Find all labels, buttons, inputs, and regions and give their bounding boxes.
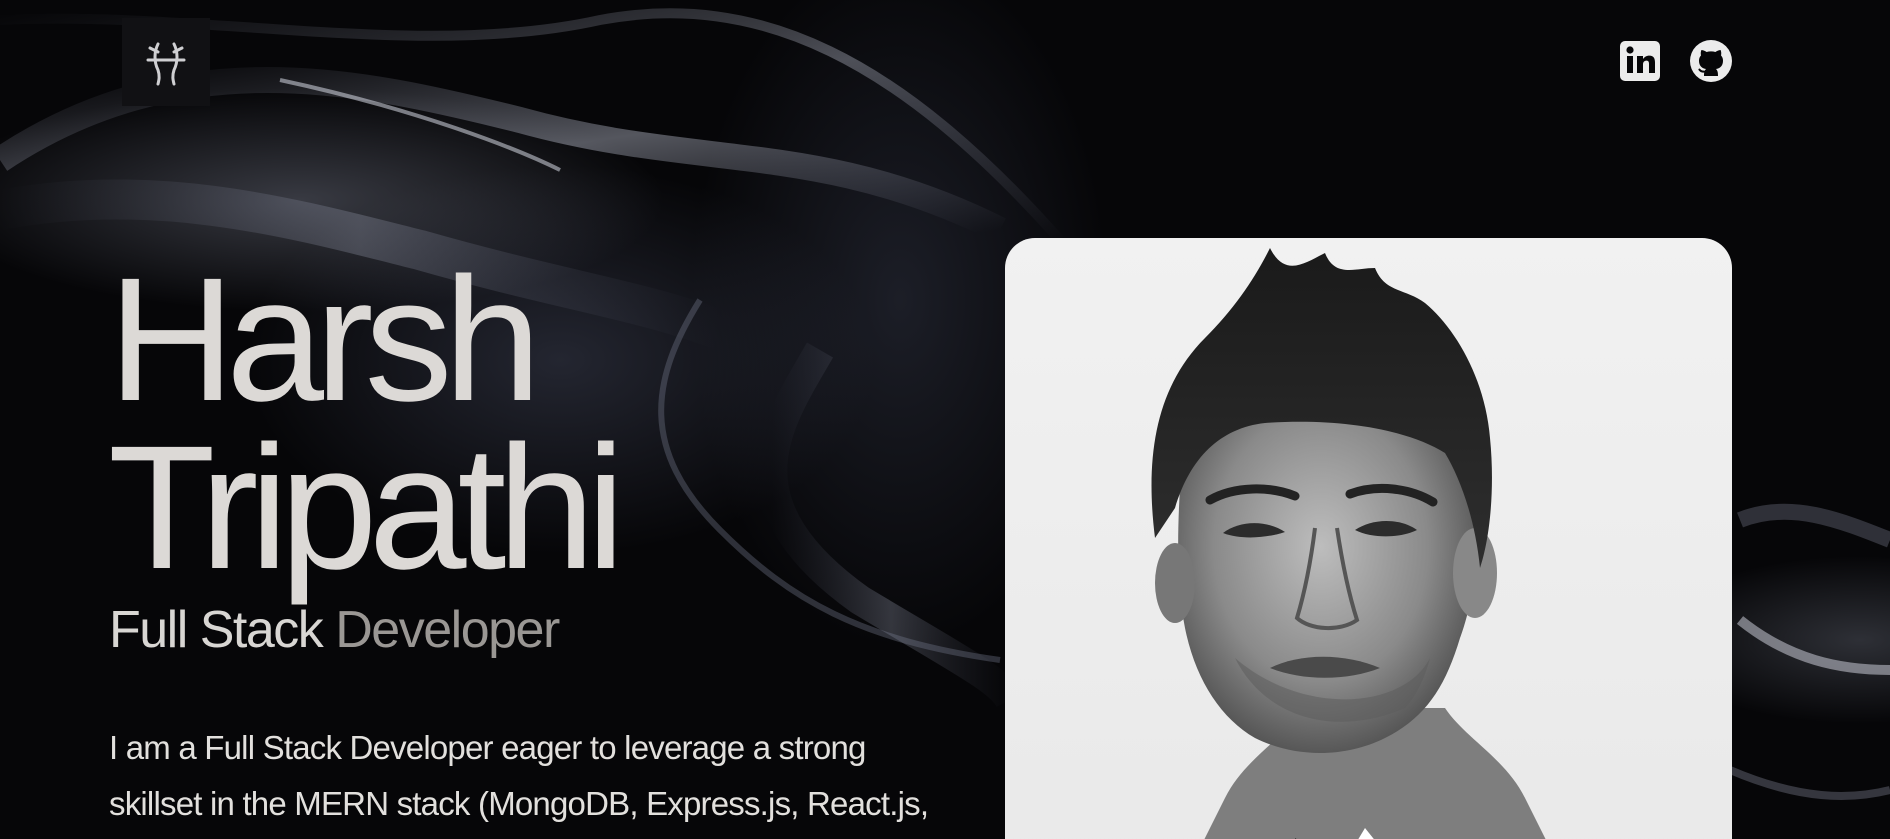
github-link[interactable] <box>1688 38 1734 84</box>
monogram-logo-icon <box>146 42 186 86</box>
role-part-primary: Full Stack <box>109 601 324 659</box>
hero-section: Harsh Tripathi Full Stack Developer I am… <box>0 0 1890 839</box>
logo[interactable] <box>122 18 210 106</box>
github-icon <box>1690 40 1732 82</box>
portrait-image <box>1151 248 1546 839</box>
portrait-photo <box>1005 238 1732 839</box>
hero-bio: I am a Full Stack Developer eager to lev… <box>109 720 969 832</box>
bio-line-2: skillset in the MERN stack (MongoDB, Exp… <box>109 785 929 822</box>
hero-role: Full Stack Developer <box>109 601 560 659</box>
hero-first-name: Harsh <box>108 242 541 438</box>
role-part-secondary: Developer <box>335 601 560 659</box>
linkedin-icon <box>1620 41 1660 81</box>
linkedin-link[interactable] <box>1617 38 1663 84</box>
hero-last-name: Tripathi <box>108 410 625 606</box>
bio-line-1: I am a Full Stack Developer eager to lev… <box>109 729 866 766</box>
